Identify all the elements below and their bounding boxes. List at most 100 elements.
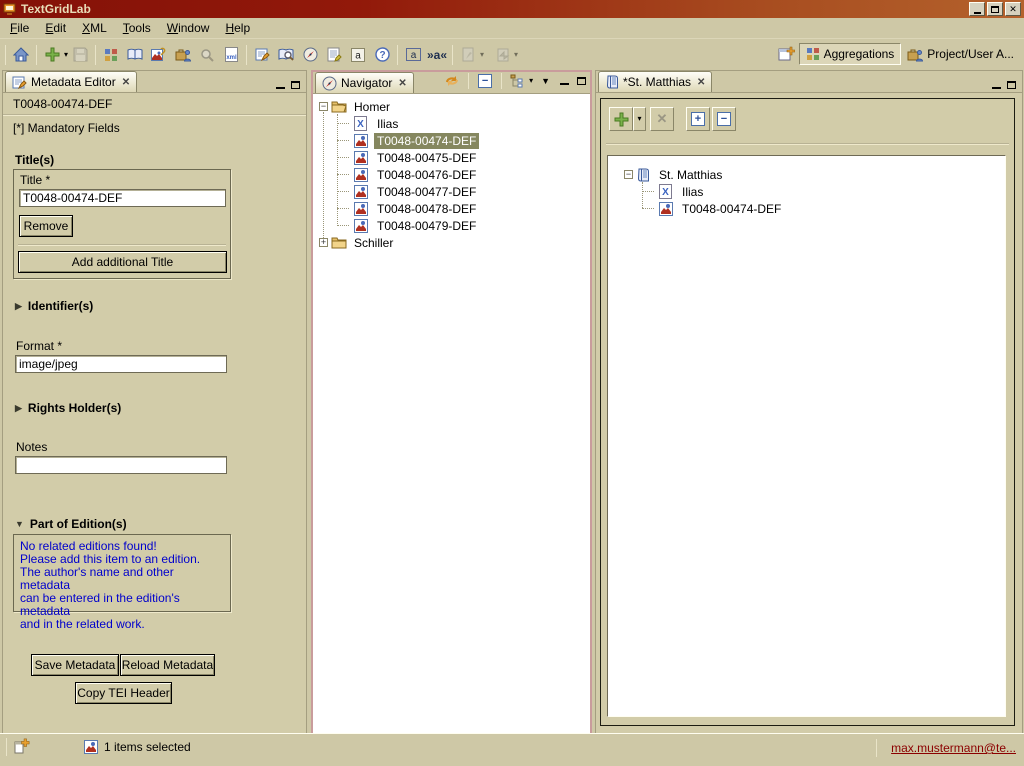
refresh-button[interactable] bbox=[441, 71, 463, 91]
tree-row-homer[interactable]: − Homer bbox=[313, 98, 590, 115]
tree-row-ilias[interactable]: X Ilias bbox=[608, 183, 1005, 200]
tab-close-icon[interactable]: ✕ bbox=[398, 78, 406, 89]
panel-minimize-icon[interactable] bbox=[560, 83, 569, 85]
metadata-editor-button[interactable] bbox=[250, 43, 274, 67]
help-button[interactable]: ? bbox=[370, 43, 394, 67]
window-restore-button[interactable] bbox=[987, 2, 1003, 16]
menu-file[interactable]: File bbox=[2, 19, 37, 37]
abbrev-button[interactable]: »a« bbox=[425, 43, 449, 67]
tab-close-icon[interactable]: ✕ bbox=[697, 77, 705, 88]
boxed-a-button[interactable]: a bbox=[401, 43, 425, 67]
delete-entry-button[interactable]: ✕ bbox=[650, 107, 674, 131]
tree-row-t0048-00479[interactable]: T0048-00479-DEF bbox=[313, 217, 590, 234]
menu-xml[interactable]: XML bbox=[74, 19, 115, 37]
notes-input[interactable] bbox=[15, 456, 227, 474]
project-user-button[interactable] bbox=[171, 43, 195, 67]
expand-all-button[interactable]: + bbox=[686, 107, 710, 131]
tab-metadata-editor[interactable]: Metadata Editor ✕ bbox=[5, 71, 137, 92]
save-metadata-button[interactable]: Save Metadata bbox=[31, 654, 119, 676]
title-input[interactable] bbox=[19, 189, 226, 207]
tree-label[interactable]: T0048-00479-DEF bbox=[374, 218, 479, 234]
run-last-tool-dropdown[interactable]: ▾ bbox=[480, 51, 484, 59]
new-object-button[interactable] bbox=[40, 43, 64, 67]
remove-title-button[interactable]: Remove bbox=[19, 215, 73, 237]
tree-label[interactable]: T0048-00475-DEF bbox=[374, 150, 479, 166]
xml-editor-button[interactable]: xml bbox=[219, 43, 243, 67]
section-collapsed-icon[interactable]: ▶ bbox=[15, 301, 22, 312]
tree-label[interactable]: T0048-00478-DEF bbox=[374, 201, 479, 217]
tree-mode-dropdown[interactable]: ▾ bbox=[529, 77, 533, 85]
image-link-button[interactable] bbox=[147, 43, 171, 67]
tree-collapse-icon[interactable]: − bbox=[319, 102, 328, 111]
home-button[interactable] bbox=[9, 43, 33, 67]
tree-row-t0048-00474[interactable]: T0048-00474-DEF bbox=[313, 132, 590, 149]
panel-maximize-icon[interactable] bbox=[1007, 81, 1016, 89]
view-menu-icon[interactable]: ▼ bbox=[541, 76, 550, 86]
tree-label[interactable]: Ilias bbox=[679, 184, 706, 200]
tab-st-matthias[interactable]: *St. Matthias ✕ bbox=[598, 71, 712, 92]
unicode-tool-button[interactable]: a bbox=[346, 43, 370, 67]
menu-window[interactable]: Window bbox=[159, 19, 218, 37]
aggregations-view-button[interactable] bbox=[99, 43, 123, 67]
fast-view-icon[interactable] bbox=[13, 738, 31, 756]
section-expanded-icon[interactable]: ▼ bbox=[15, 519, 24, 529]
save-button[interactable] bbox=[68, 43, 92, 67]
menu-help[interactable]: Help bbox=[217, 19, 258, 37]
tree-row-t0048-00474[interactable]: T0048-00474-DEF bbox=[608, 200, 1005, 217]
add-additional-title-button[interactable]: Add additional Title bbox=[18, 251, 227, 273]
tree-label[interactable]: T0048-00477-DEF bbox=[374, 184, 479, 200]
perspective-aggregations[interactable]: Aggregations bbox=[799, 43, 902, 65]
tree-row-t0048-00478[interactable]: T0048-00478-DEF bbox=[313, 200, 590, 217]
tree-row-st-matthias[interactable]: − St. Matthias bbox=[608, 166, 1005, 183]
tree-row-t0048-00476[interactable]: T0048-00476-DEF bbox=[313, 166, 590, 183]
tree-row-schiller[interactable]: + Schiller bbox=[313, 234, 590, 251]
copy-tei-header-button[interactable]: Copy TEI Header bbox=[75, 682, 172, 704]
tree-label-selected[interactable]: T0048-00474-DEF bbox=[374, 133, 479, 149]
tree-label[interactable]: Ilias bbox=[374, 116, 401, 132]
tree-mode-button[interactable] bbox=[507, 71, 527, 91]
tree-label[interactable]: Schiller bbox=[351, 235, 396, 251]
tree-label[interactable]: Homer bbox=[351, 99, 393, 115]
add-entry-dropdown[interactable]: ▾ bbox=[633, 107, 646, 131]
navigator-button[interactable] bbox=[298, 43, 322, 67]
toolbar-separator bbox=[5, 45, 6, 65]
panel-minimize-icon[interactable] bbox=[992, 87, 1001, 89]
search-button[interactable] bbox=[195, 43, 219, 67]
rights-holders-heading[interactable]: ▶ Rights Holder(s) bbox=[15, 401, 121, 415]
reload-metadata-button[interactable]: Reload Metadata bbox=[120, 654, 215, 676]
search-results-button[interactable] bbox=[274, 43, 298, 67]
tree-label[interactable]: T0048-00474-DEF bbox=[679, 201, 784, 217]
user-account-link[interactable]: max.mustermann@te... bbox=[891, 741, 1016, 755]
dictionary-button[interactable] bbox=[123, 43, 147, 67]
part-of-editions-heading[interactable]: ▼ Part of Edition(s) bbox=[15, 517, 127, 531]
collapse-all-button[interactable]: − bbox=[712, 107, 736, 131]
run-last-tool-button[interactable] bbox=[456, 43, 480, 67]
tab-close-icon[interactable]: ✕ bbox=[122, 77, 130, 88]
open-perspective-button[interactable] bbox=[775, 42, 799, 66]
tab-navigator[interactable]: Navigator ✕ bbox=[315, 72, 414, 93]
window-close-button[interactable]: ✕ bbox=[1005, 2, 1021, 16]
menu-tools[interactable]: Tools bbox=[115, 19, 159, 37]
panel-maximize-icon[interactable] bbox=[291, 81, 300, 89]
tree-row-ilias[interactable]: X Ilias bbox=[313, 115, 590, 132]
collapse-all-button[interactable]: − bbox=[474, 71, 496, 91]
tree-row-t0048-00475[interactable]: T0048-00475-DEF bbox=[313, 149, 590, 166]
panel-maximize-icon[interactable] bbox=[577, 77, 586, 85]
tree-label[interactable]: T0048-00476-DEF bbox=[374, 167, 479, 183]
format-input[interactable] bbox=[15, 355, 227, 373]
identifiers-heading[interactable]: ▶ Identifier(s) bbox=[15, 299, 93, 313]
text-doc-icon bbox=[327, 47, 342, 62]
tree-row-t0048-00477[interactable]: T0048-00477-DEF bbox=[313, 183, 590, 200]
window-minimize-button[interactable] bbox=[969, 2, 985, 16]
tree-label[interactable]: St. Matthias bbox=[656, 167, 725, 183]
add-entry-button[interactable] bbox=[609, 107, 633, 131]
panel-minimize-icon[interactable] bbox=[276, 87, 285, 89]
menu-edit[interactable]: Edit bbox=[37, 19, 74, 37]
section-collapsed-icon[interactable]: ▶ bbox=[15, 403, 22, 414]
tree-collapse-icon[interactable]: − bbox=[624, 170, 633, 179]
nav-history-button[interactable] bbox=[490, 43, 514, 67]
nav-history-dropdown[interactable]: ▾ bbox=[514, 51, 518, 59]
text-editor-button[interactable] bbox=[322, 43, 346, 67]
perspective-project-user[interactable]: Project/User A... bbox=[901, 44, 1020, 65]
tree-expand-icon[interactable]: + bbox=[319, 238, 328, 247]
